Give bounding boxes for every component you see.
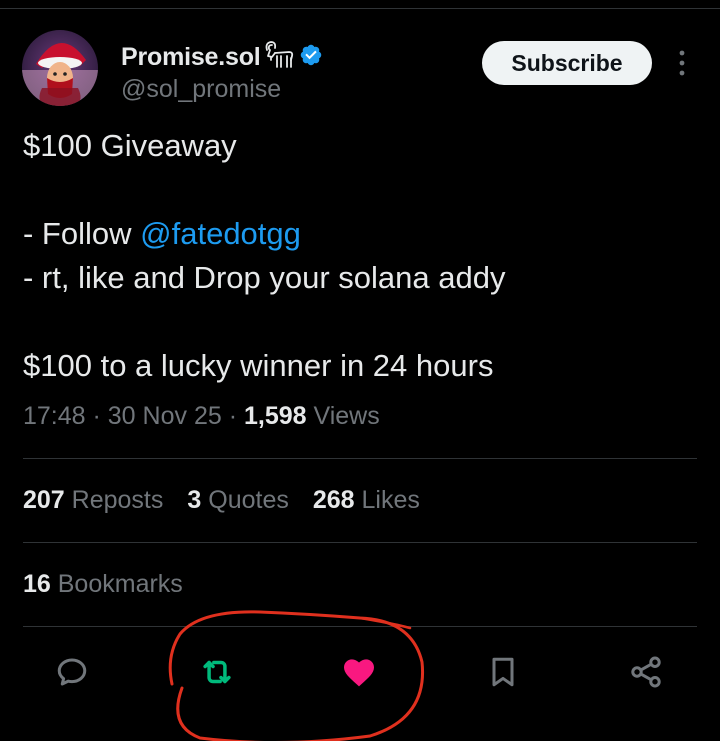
subscribe-button[interactable]: Subscribe xyxy=(482,41,652,85)
bookmarks-stat[interactable]: 16 Bookmarks xyxy=(23,570,183,599)
post-text-line-3: - rt, like and Drop your solana addy xyxy=(23,260,506,295)
views-label: Views xyxy=(306,402,380,430)
author-handle[interactable]: @sol_promise xyxy=(121,75,281,104)
share-icon xyxy=(631,656,661,688)
post-time[interactable]: 17:48 xyxy=(23,402,86,430)
like-icon xyxy=(344,659,374,687)
avatar[interactable] xyxy=(22,30,98,106)
divider xyxy=(23,542,697,543)
post-text-line-4: $100 to a lucky winner in 24 hours xyxy=(23,348,494,383)
post-text: $100 Giveaway - Follow @fatedotgg - rt, … xyxy=(23,124,703,388)
post-text-line-2: - Follow @fatedotgg xyxy=(23,216,301,251)
divider xyxy=(23,626,697,627)
reposts-stat[interactable]: 207 Reposts xyxy=(23,486,163,515)
repost-button[interactable] xyxy=(197,652,237,692)
author-name[interactable]: Promise.sol xyxy=(121,43,261,72)
post-detail: Promise.sol @sol_promise Subscribe $100 … xyxy=(0,0,720,741)
post-date[interactable]: 30 Nov 25 xyxy=(108,402,222,430)
divider xyxy=(23,458,697,459)
post-meta: 17:48 · 30 Nov 25 · 1,598 Views xyxy=(23,402,380,430)
mention-link[interactable]: @fatedotgg xyxy=(140,216,301,251)
likes-stat[interactable]: 268 Likes xyxy=(313,486,420,515)
verified-badge-icon[interactable] xyxy=(295,43,323,72)
engagement-stats: 207 Reposts 3 Quotes 268 Likes xyxy=(23,486,444,515)
reply-button[interactable] xyxy=(52,652,92,692)
repost-icon xyxy=(203,660,231,684)
reply-icon xyxy=(57,658,87,686)
post-text-line-1: $100 Giveaway xyxy=(23,128,237,163)
like-button[interactable] xyxy=(339,652,379,692)
top-divider xyxy=(0,8,720,9)
views-count: 1,598 xyxy=(243,402,307,430)
quotes-stat[interactable]: 3 Quotes xyxy=(187,486,288,515)
bookmark-icon xyxy=(492,657,514,687)
goat-icon xyxy=(261,40,295,75)
bookmark-button[interactable] xyxy=(483,652,523,692)
author-name-row[interactable]: Promise.sol xyxy=(121,40,323,75)
share-button[interactable] xyxy=(626,652,666,692)
